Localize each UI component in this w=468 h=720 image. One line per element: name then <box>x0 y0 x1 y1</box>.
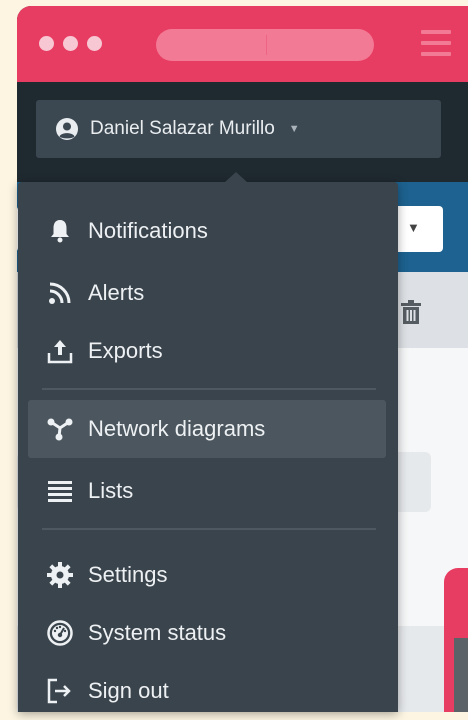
title-bar <box>17 6 468 82</box>
gear-icon <box>46 561 74 589</box>
dropdown-arrow <box>224 172 248 183</box>
menu-item-label: System status <box>88 620 227 645</box>
menu-item-system-status[interactable]: System status <box>28 604 386 662</box>
minimize-dot[interactable] <box>63 36 78 51</box>
menu-item-notifications[interactable]: Notifications <box>28 202 386 260</box>
trash-icon[interactable] <box>400 300 422 324</box>
bell-icon <box>46 217 74 245</box>
select-chevron-icon: ▼ <box>407 220 420 235</box>
menu-item-label: Alerts <box>88 280 145 305</box>
side-widget-body <box>454 638 468 712</box>
menu-item-label: Notifications <box>88 218 208 243</box>
menu-item-settings[interactable]: Settings <box>28 546 386 604</box>
menu-divider <box>42 528 376 530</box>
user-menu-button[interactable]: Daniel Salazar Murillo ▼ <box>36 100 441 158</box>
user-dropdown-menu: Notifications Alerts Exports Network dia… <box>18 172 398 712</box>
menu-item-label: Network diagrams <box>88 416 266 441</box>
list-icon <box>46 477 74 505</box>
user-circle-icon <box>56 118 78 140</box>
menu-item-exports[interactable]: Exports <box>28 322 386 380</box>
network-icon <box>46 415 74 443</box>
top-navbar: Daniel Salazar Murillo ▼ <box>17 82 468 182</box>
address-bar-divider <box>266 35 267 55</box>
address-bar[interactable] <box>156 29 374 61</box>
gauge-icon <box>46 619 74 647</box>
menu-divider <box>42 388 376 390</box>
menu-item-lists[interactable]: Lists <box>28 462 386 520</box>
sign-out-icon <box>46 677 74 705</box>
menu-item-label: Exports <box>88 338 163 363</box>
close-dot[interactable] <box>39 36 54 51</box>
window-controls <box>39 36 102 51</box>
menu-item-label: Sign out <box>88 678 169 703</box>
upload-icon <box>46 337 74 365</box>
menu-item-label: Lists <box>88 478 134 503</box>
menu-item-sign-out[interactable]: Sign out <box>28 662 386 720</box>
user-name: Daniel Salazar Murillo <box>90 118 275 139</box>
chevron-down-icon: ▼ <box>288 123 300 135</box>
side-widget[interactable] <box>444 568 468 712</box>
menu-item-label: Settings <box>88 562 168 587</box>
maximize-dot[interactable] <box>87 36 102 51</box>
rss-icon <box>46 279 74 307</box>
menu-item-alerts[interactable]: Alerts <box>28 264 386 322</box>
hamburger-menu-icon[interactable] <box>421 30 451 60</box>
menu-item-network-diagrams[interactable]: Network diagrams <box>28 400 386 458</box>
